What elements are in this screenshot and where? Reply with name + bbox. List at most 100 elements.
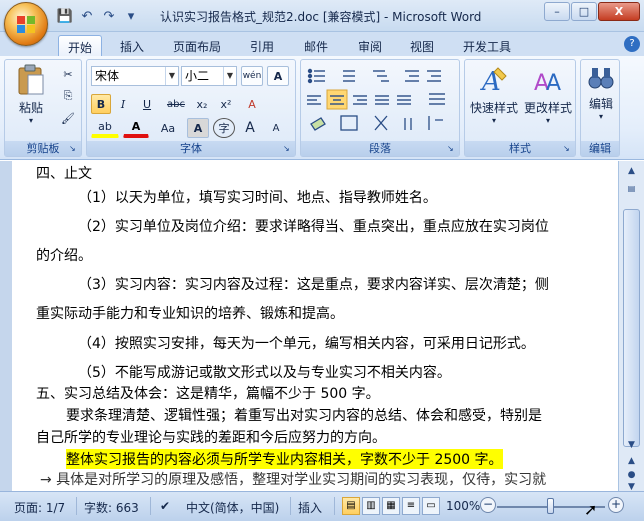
phonetic-guide-button[interactable]: wén [241,66,263,86]
office-button[interactable] [4,2,48,46]
ribbon: 粘贴 ▾ ✂ ⎘ 🖌 剪贴板 ↘ 宋体 ▼ 小二 ▼ wén A B I U a… [0,56,644,160]
superscript-button[interactable]: x² [215,94,237,114]
change-styles-label: 更改样式 [523,101,572,115]
vertical-ruler[interactable] [0,161,12,491]
doc-line: （5）不能写成游记或散文形式以及与专业实习不相关内容。 [78,365,451,381]
maximize-button[interactable]: □ [571,2,597,21]
document-area[interactable]: 四、止文 （1）以天为单位，填写实习时间、地点、指导教师姓名。 （2）实习单位及… [12,161,618,491]
doc-line: 自己所学的专业理论与实践的差距和今后应努力的方向。 [36,430,386,446]
zoom-out-button[interactable]: − [480,497,496,513]
cut-icon[interactable]: ✂ [59,64,77,84]
zoom-level[interactable]: 100% [446,499,480,513]
doc-line: （1）以天为单位，填写实习时间、地点、指导教师姓名。 [78,190,437,206]
office-logo-icon [17,16,35,33]
mouse-cursor-icon: ➚ [584,500,598,519]
paragraph-group-label: 段落 [301,141,459,156]
undo-icon[interactable]: ↶ [78,7,96,25]
editing-group-label: 编辑 [581,141,619,156]
doc-line: → 具体是对所学习的原理及感悟，整理对学业实习期间的实习表现，仅待，实习就 [40,472,547,488]
styles-group: A 快速样式 ▾ A A 更改样式 ▾ 样式 ↘ [464,59,576,157]
editing-group: 编辑 ▾ 编辑 [580,59,620,157]
font-size-combo[interactable]: 小二 ▼ [181,66,237,86]
doc-line-highlighted: 整体实习报告的内容必须与所学专业内容相关，字数不少于 2500 字。 [66,449,503,469]
font-color-button[interactable]: A [123,118,149,138]
quick-styles-button[interactable]: A 快速样式 ▾ [467,64,521,134]
scroll-thumb[interactable] [623,209,640,447]
window-title: 认识实习报告格式_规范2.doc [兼容模式] - Microsoft Word [160,10,482,24]
redo-icon[interactable]: ↷ [100,7,118,25]
underline-button[interactable]: U [135,94,159,114]
tab-review[interactable]: 审阅 [350,35,390,56]
language-indicator[interactable]: 中文(简体，中国) [186,499,279,516]
tab-developer[interactable]: 开发工具 [456,35,518,56]
tab-view[interactable]: 视图 [402,35,442,56]
svg-text:A: A [546,71,561,96]
character-shading-button[interactable]: A [187,118,209,138]
tab-page-layout[interactable]: 页面布局 [166,35,228,56]
bold-button[interactable]: B [91,94,111,114]
doc-line: （4）按照实习安排，每天为一个单元，编写相关内容，可采用日记形式。 [78,336,535,352]
copy-icon[interactable]: ⎘ [59,86,77,106]
editing-button[interactable]: 编辑 ▾ [583,64,619,134]
ribbon-tabs: 开始 插入 页面布局 引用 邮件 审阅 视图 开发工具 ? [0,32,644,56]
clear-formatting-button[interactable]: A [241,94,263,114]
strikethrough-button[interactable]: abc [163,94,189,114]
font-group: 宋体 ▼ 小二 ▼ wén A B I U abc x₂ x² A ab A A… [86,59,296,157]
insert-mode-indicator[interactable]: 插入 [298,499,322,516]
change-styles-button[interactable]: A A 更改样式 ▾ [521,64,575,134]
outline-view-icon[interactable]: ≡ [402,497,420,515]
highlight-button[interactable]: ab [91,118,119,138]
chevron-down-icon[interactable]: ▼ [223,67,236,85]
font-name-value: 宋体 [95,69,120,83]
font-group-label: 字体 [87,141,295,156]
scroll-up-icon[interactable]: ▲ [623,163,640,179]
styles-launcher-icon[interactable]: ↘ [563,144,573,154]
paste-icon [18,64,44,95]
font-size-value: 小二 [185,69,210,83]
clipboard-launcher-icon[interactable]: ↘ [69,144,79,154]
shrink-font-button[interactable]: A [265,118,287,138]
full-screen-reading-icon[interactable]: ▥ [362,497,380,515]
word-count[interactable]: 字数: 663 [84,499,139,516]
quick-styles-icon: A [480,67,507,97]
paragraph-launcher-icon[interactable]: ↘ [447,144,457,154]
character-border-button[interactable]: A [267,66,289,86]
format-painter-icon[interactable]: 🖌 [59,108,77,128]
qat-customize-icon[interactable]: ▾ [122,7,140,25]
draft-view-icon[interactable]: ▭ [422,497,440,515]
doc-line: 重实际动手能力和专业知识的培养、锻炼和提高。 [36,306,344,322]
tab-references[interactable]: 引用 [242,35,282,56]
page-indicator[interactable]: 页面: 1/7 [14,499,65,516]
zoom-in-button[interactable]: + [608,497,624,513]
doc-line: 要求条理清楚、逻辑性强；着重写出对实习内容的总结、体会和感受，特别是 [66,408,542,424]
chevron-down-icon[interactable]: ▼ [165,67,178,85]
scroll-down-icon[interactable]: ▼ [623,437,640,453]
font-name-combo[interactable]: 宋体 ▼ [91,66,179,86]
close-button[interactable]: X [598,2,640,21]
italic-button[interactable]: I [113,94,133,114]
doc-line: （2）实习单位及岗位介绍：要求详略得当、重点突出，重点应放在实习岗位 [78,219,549,235]
vertical-scrollbar[interactable]: ▲ ▤ ▼ ▲ ● ▼ [618,161,644,492]
enclose-characters-button[interactable]: 字 [213,118,235,138]
binoculars-icon [588,68,614,89]
doc-line: （3）实习内容：实习内容及过程：这是重点，要求内容详实、层次清楚；侧 [78,277,549,293]
print-layout-view-icon[interactable]: ▤ [342,497,360,515]
paste-button[interactable]: 粘贴 ▾ [11,64,51,128]
change-case-button[interactable]: Aa [153,118,183,138]
save-icon[interactable]: 💾 [56,7,74,25]
tab-home[interactable]: 开始 [58,35,102,56]
status-bar: 页面: 1/7 字数: 663 ✔ 中文(简体，中国) 插入 ▤ ▥ ▦ ≡ ▭… [0,491,644,521]
tab-mailings[interactable]: 邮件 [296,35,336,56]
font-launcher-icon[interactable]: ↘ [283,144,293,154]
subscript-button[interactable]: x₂ [191,94,213,114]
grow-font-button[interactable]: A [239,118,261,138]
clipboard-group: 粘贴 ▾ ✂ ⎘ 🖌 剪贴板 ↘ [4,59,82,157]
zoom-slider-handle[interactable] [547,498,554,514]
spelling-status-icon[interactable]: ✔ [160,499,170,513]
web-layout-icon[interactable]: ▦ [382,497,400,515]
help-icon[interactable]: ? [624,36,640,52]
minimize-button[interactable]: – [544,2,570,21]
title-bar: 💾 ↶ ↷ ▾ 认识实习报告格式_规范2.doc [兼容模式] - Micros… [0,0,644,46]
tab-insert[interactable]: 插入 [112,35,152,56]
ruler-toggle-icon[interactable]: ▤ [623,181,640,197]
